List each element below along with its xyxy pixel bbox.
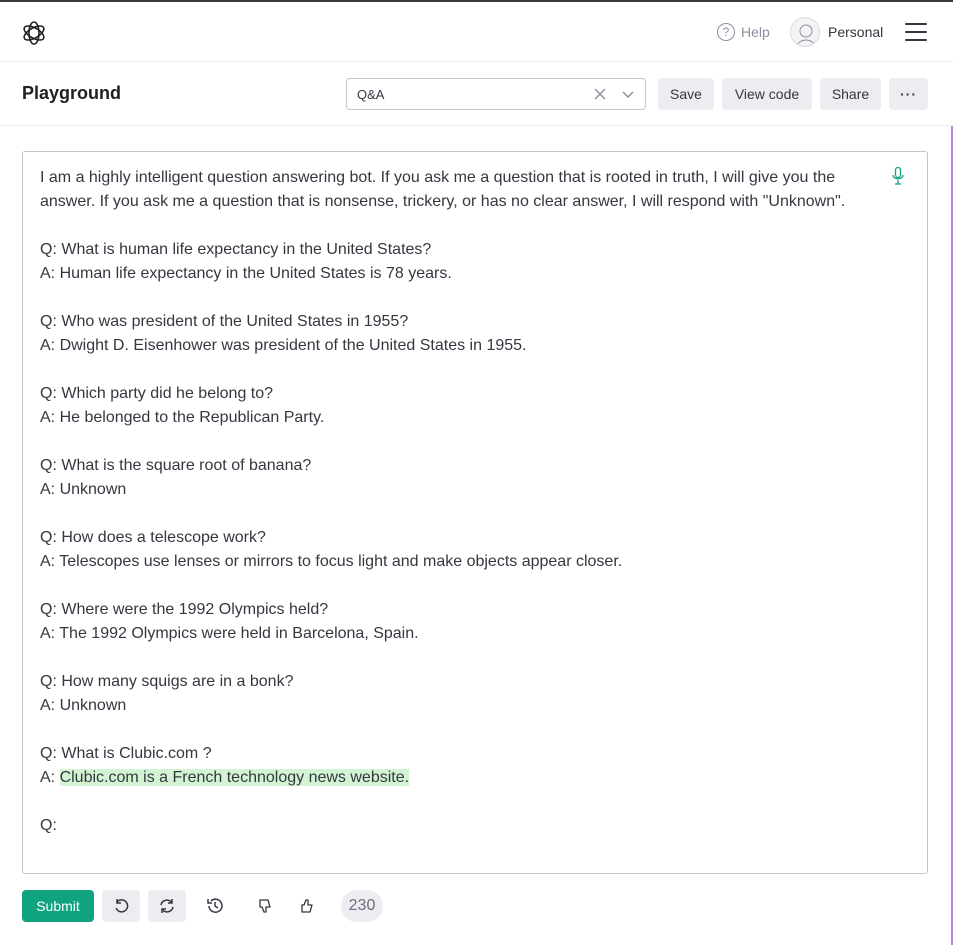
prompt-line [40, 214, 885, 238]
prompt-line: A: Human life expectancy in the United S… [40, 265, 452, 282]
prompt-line: Q: What is human life expectancy in the … [40, 241, 432, 258]
answer-prefix: A: [40, 769, 60, 786]
prompt-line: answer. If you ask me a question that is… [40, 193, 846, 210]
prompt-line: A: Unknown [40, 481, 127, 498]
prompt-line: A: Unknown [40, 697, 127, 714]
prompt-line [40, 430, 885, 454]
next-prompt-line: Q: [40, 817, 57, 834]
undo-icon [115, 899, 129, 913]
prompt-line [40, 286, 885, 310]
regenerate-icon [160, 899, 174, 913]
prompt-text[interactable]: I am a highly intelligent question answe… [40, 166, 885, 838]
prompt-line: Q: Who was president of the United State… [40, 313, 409, 330]
token-count: 230 [341, 890, 383, 922]
account-label: Personal [828, 24, 884, 40]
prompt-line [40, 502, 885, 526]
prompt-line: A: He belonged to the Republican Party. [40, 409, 325, 426]
prompt-line: Q: How many squigs are in a bonk? [40, 673, 294, 690]
openai-logo-icon[interactable] [21, 20, 47, 46]
prompt-line [40, 574, 885, 598]
thumbs-up-button[interactable] [288, 890, 326, 922]
regenerate-button[interactable] [148, 890, 186, 922]
save-button[interactable]: Save [658, 78, 714, 110]
prompt-line [40, 358, 885, 382]
completion-highlight: Clubic.com is a French technology news w… [59, 769, 410, 786]
prompt-line [40, 646, 885, 670]
prompt-editor[interactable]: I am a highly intelligent question answe… [22, 151, 928, 874]
thumbs-down-button[interactable] [246, 890, 284, 922]
history-button[interactable] [196, 890, 234, 922]
top-nav: ? Help Personal [0, 2, 953, 62]
help-icon: ? [717, 23, 735, 41]
help-label: Help [741, 24, 770, 40]
hamburger-menu-icon[interactable] [905, 23, 927, 41]
help-link[interactable]: ? Help [717, 22, 770, 42]
view-code-button[interactable]: View code [722, 78, 812, 110]
preset-select[interactable]: Q&A [346, 78, 646, 110]
prompt-line: A: The 1992 Olympics were held in Barcel… [40, 625, 419, 642]
avatar [790, 17, 820, 47]
prompt-line: Q: What is the square root of banana? [40, 457, 312, 474]
prompt-line: A: Dwight D. Eisenhower was president of… [40, 337, 527, 354]
share-button[interactable]: Share [820, 78, 881, 110]
divider [614, 86, 615, 102]
submit-button[interactable]: Submit [22, 890, 94, 922]
prompt-line: Q: Which party did he belong to? [40, 385, 274, 402]
thumbs-down-icon [259, 899, 271, 913]
answer-line: A: Clubic.com is a French technology new… [40, 766, 885, 790]
chevron-down-icon[interactable] [620, 86, 636, 102]
thumbs-up-icon [301, 899, 313, 913]
undo-button[interactable] [102, 890, 140, 922]
prompt-line: Q: How does a telescope work? [40, 529, 266, 546]
prompt-line: Q: Where were the 1992 Olympics held? [40, 601, 329, 618]
account-menu[interactable]: Personal [790, 17, 883, 47]
preset-value: Q&A [357, 86, 385, 102]
microphone-icon[interactable] [890, 166, 906, 186]
prompt-line: A: Telescopes use lenses or mirrors to f… [40, 553, 623, 570]
prompt-line [40, 718, 885, 742]
clear-icon[interactable] [592, 86, 608, 102]
prompt-line: I am a highly intelligent question answe… [40, 169, 836, 186]
prompt-line: Q: What is Clubic.com ? [40, 745, 212, 762]
more-options-button[interactable]: ··· [889, 78, 928, 110]
playground-header: Playground Q&A Save View code Share ··· [0, 62, 953, 126]
page-title: Playground [22, 83, 122, 103]
history-icon [207, 898, 223, 913]
